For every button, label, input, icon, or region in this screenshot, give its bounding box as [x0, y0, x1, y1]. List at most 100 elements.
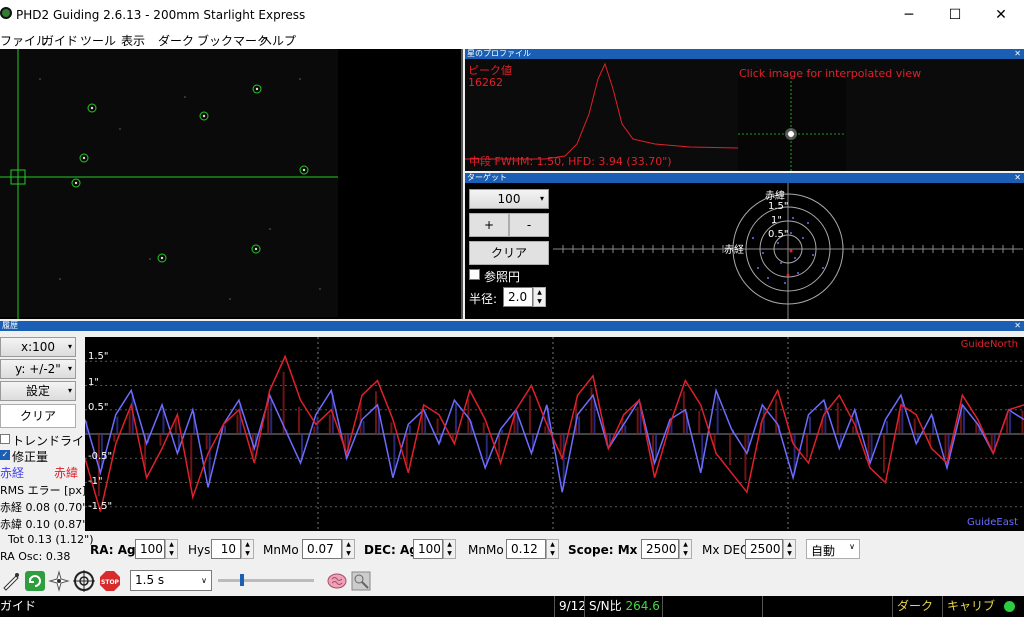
dec-mnmo-label: MnMo	[468, 543, 504, 557]
rms-title: RMS エラー [px] :	[0, 484, 94, 497]
target-panel: ターゲット ✕ 100 ▾ + - クリア 参照円 半径: 2.0 ▲ ▼ 赤緯…	[465, 173, 1024, 319]
ring-label-0-5: 0.5"	[768, 229, 789, 240]
star-image-icon[interactable]	[350, 570, 372, 592]
menu-dark[interactable]: ダーク	[158, 32, 194, 49]
menu-help[interactable]: ヘルプ	[260, 32, 296, 49]
settings-value: 設定	[25, 384, 50, 398]
radius-input[interactable]: 2.0	[503, 287, 533, 307]
dec-mode-select[interactable]: 自動 ∨	[806, 539, 860, 559]
y-scale-value: y: +/-2"	[15, 362, 61, 376]
hys-input[interactable]: 10	[211, 539, 241, 559]
exposure-select[interactable]: 1.5 s ∨	[130, 570, 212, 591]
profile-title-text: 星のプロファイル	[467, 49, 531, 58]
x-scale-dropdown[interactable]: x:100 ▾	[0, 337, 76, 357]
mx-ra-input[interactable]: 2500	[641, 539, 679, 559]
maximize-button[interactable]: ☐	[932, 0, 978, 30]
ring-label-dec: 赤緯	[765, 191, 785, 202]
dec-agr-spinner[interactable]: ▲ ▼	[443, 539, 456, 559]
snr-value: 264.6	[625, 599, 660, 613]
svg-text:STOP: STOP	[101, 579, 120, 586]
dec-mode-value: 自動	[811, 544, 836, 558]
auto-select-star-icon[interactable]	[48, 570, 70, 592]
settings-dropdown[interactable]: 設定 ▾	[0, 381, 76, 401]
gamma-slider-track[interactable]	[218, 579, 314, 582]
dec-mnmo-input[interactable]: 0.12	[506, 539, 546, 559]
trendline-checkbox[interactable]	[0, 434, 10, 444]
menu-view[interactable]: 表示	[121, 32, 145, 49]
mx-dec-spinner[interactable]: ▲ ▼	[783, 539, 796, 559]
target-zoom-value: 100	[497, 192, 521, 206]
correction-checkbox[interactable]: ✓	[0, 450, 10, 460]
history-title: 履歴 ✕	[0, 321, 1024, 331]
camera-view[interactable]	[0, 49, 463, 319]
profile-title: 星のプロファイル ✕	[465, 49, 1024, 59]
app-icon	[0, 7, 12, 19]
close-icon[interactable]: ✕	[1014, 49, 1021, 59]
target-zoom-dropdown[interactable]: 100 ▾	[469, 189, 549, 209]
chevron-down-icon: ∨	[201, 576, 207, 585]
target-zoom-out-button[interactable]: -	[509, 213, 549, 237]
click-hint[interactable]: Click image for interpolated view	[739, 67, 921, 80]
ra-mnmo-input[interactable]: 0.07	[302, 539, 342, 559]
guide-icon[interactable]	[73, 570, 95, 592]
dec-legend: 赤緯	[54, 466, 79, 480]
loop-icon[interactable]	[0, 570, 22, 592]
x-scale-value: x:100	[20, 340, 56, 354]
ra-agr-label: RA: Agr	[90, 543, 142, 557]
dec-mnmo-spinner[interactable]: ▲ ▼	[546, 539, 559, 559]
ref-circle-checkbox[interactable]	[469, 269, 480, 280]
menu-tools[interactable]: ツール	[80, 32, 116, 49]
target-clear-button[interactable]: クリア	[469, 241, 549, 265]
star-profile-panel: 星のプロファイル ✕ ピーク値 16262 Click image for in…	[465, 49, 1024, 171]
mx-dec-input[interactable]: 2500	[745, 539, 783, 559]
correction-label: 修正量	[12, 450, 49, 464]
mx-ra-spinner[interactable]: ▲ ▼	[679, 539, 692, 559]
menu-file[interactable]: ファイル	[0, 32, 48, 49]
fwhm-readout: 中段 FWHM: 1.50, HFD: 3.94 (33.70")	[469, 155, 672, 168]
guide-history-graph[interactable]: 1.5" 1" 0.5" -0.5" -1" -1.5" GuideNorth …	[85, 337, 1024, 531]
dark-status: ダーク	[892, 596, 942, 617]
dec-agr-input[interactable]: 100	[413, 539, 443, 559]
ra-oscillation: RA Osc: 0.38	[0, 550, 71, 563]
loop-exposure-icon[interactable]	[24, 570, 46, 592]
chevron-down-icon: ▾	[67, 386, 72, 395]
y-tick-label: 0.5"	[88, 402, 109, 413]
ring-label-1-5: 1.5"	[768, 201, 789, 212]
title-bar: PHD2 Guiding 2.6.13 - 200mm Starlight Ex…	[0, 0, 1024, 30]
close-icon[interactable]: ✕	[1014, 321, 1021, 331]
target-title-text: ターゲット	[467, 173, 507, 182]
y-tick-label: -1.5"	[88, 501, 113, 512]
ra-mnmo-spinner[interactable]: ▲ ▼	[342, 539, 355, 559]
close-button[interactable]: ✕	[978, 0, 1024, 30]
history-panel: 履歴 ✕ x:100 ▾ y: +/-2" ▾ 設定 ▾ クリア トレンドライン…	[0, 321, 1024, 565]
history-clear-button[interactable]: クリア	[0, 404, 76, 428]
stop-icon[interactable]: STOP	[99, 570, 121, 592]
history-title-text: 履歴	[2, 321, 18, 330]
chevron-down-icon: ▾	[67, 364, 72, 373]
gamma-slider-thumb[interactable]	[240, 574, 244, 586]
history-chart	[85, 337, 1024, 531]
brain-icon[interactable]	[326, 570, 348, 592]
snr-label: S/N比	[589, 599, 622, 613]
hys-spinner[interactable]: ▲ ▼	[241, 539, 254, 559]
close-icon[interactable]: ✕	[1014, 173, 1021, 183]
guide-east-label: GuideEast	[967, 517, 1018, 528]
axis-label-ra: 赤経	[724, 245, 744, 256]
ra-agr-spinner[interactable]: ▲ ▼	[165, 539, 178, 559]
ra-agr-input[interactable]: 100	[135, 539, 165, 559]
camera-image[interactable]	[0, 49, 463, 319]
target-zoom-in-button[interactable]: +	[469, 213, 509, 237]
target-title: ターゲット ✕	[465, 173, 1024, 183]
rms-dec: 赤緯 0.10 (0.87")	[0, 518, 92, 531]
menu-bookmarks[interactable]: ブックマーク	[197, 32, 269, 49]
status-cell-empty	[662, 596, 762, 617]
menu-guide[interactable]: ガイド	[42, 32, 78, 49]
ring-label-1: 1"	[771, 215, 782, 226]
y-scale-dropdown[interactable]: y: +/-2" ▾	[0, 359, 76, 379]
mx-dec-label: Mx DEC	[702, 543, 749, 557]
peak-value: 16262	[468, 76, 503, 89]
radius-spinner[interactable]: ▲ ▼	[533, 287, 546, 307]
chevron-down-icon: ∨	[849, 542, 855, 551]
ra-mnmo-label: MnMo	[263, 543, 299, 557]
minimize-button[interactable]: ─	[886, 0, 932, 30]
